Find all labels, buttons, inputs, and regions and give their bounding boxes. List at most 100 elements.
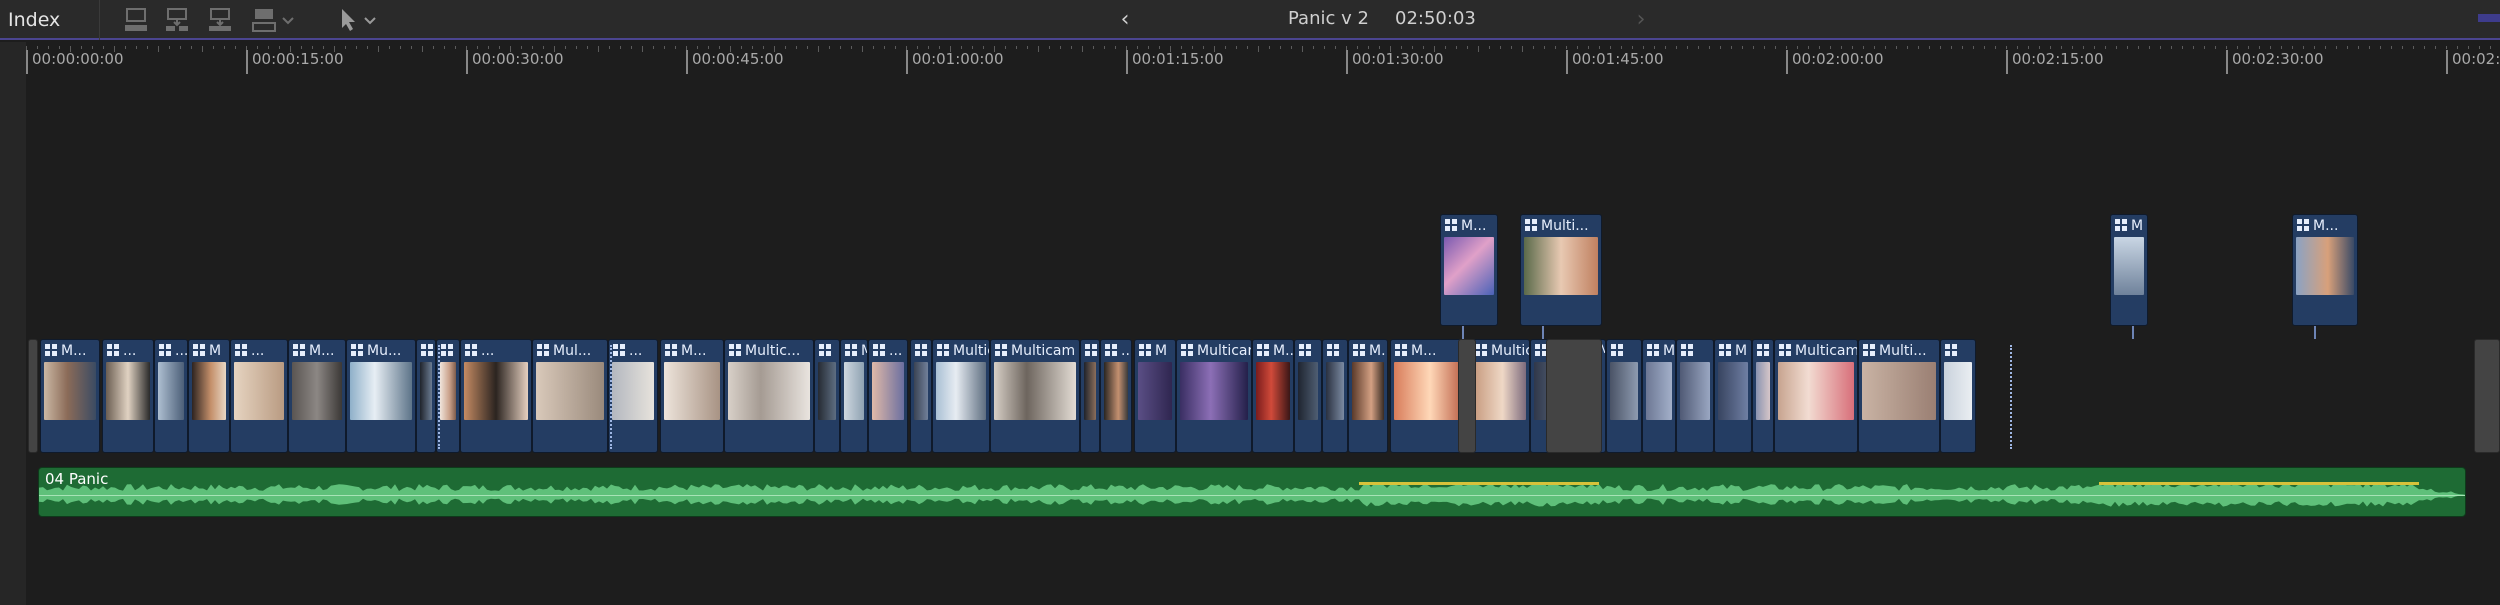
clip-label: M... — [2313, 218, 2339, 234]
clip-label: M... — [681, 343, 707, 359]
multicam-icon — [2297, 219, 2309, 231]
connected-clip[interactable]: M — [2110, 214, 2148, 326]
clip-title: Multicam — [991, 340, 1079, 362]
multicam-icon — [465, 344, 477, 356]
storyline-clip[interactable] — [1676, 339, 1714, 453]
storyline-clip[interactable]: M — [1714, 339, 1752, 453]
storyline-clip[interactable]: ... — [1100, 339, 1132, 453]
clip-thumbnail — [1474, 362, 1526, 420]
clip-title: Multicam — [1775, 340, 1857, 362]
connected-clip[interactable]: M... — [1440, 214, 1498, 326]
clip-label: Mul... — [553, 343, 592, 359]
storyline-clip[interactable]: ... — [608, 339, 658, 453]
multicam-icon — [1085, 344, 1097, 356]
clip-thumbnail — [1646, 362, 1672, 420]
gap-clip[interactable] — [28, 339, 38, 453]
clip-thumbnail — [234, 362, 284, 420]
clip-label: M — [861, 343, 867, 359]
storyline-clip[interactable]: Multic... — [724, 339, 814, 453]
storyline-clip[interactable]: M... — [1252, 339, 1294, 453]
storyline-clip[interactable] — [1606, 339, 1642, 453]
clip-thumbnail — [1084, 362, 1096, 420]
gap-clip[interactable] — [2474, 339, 2500, 453]
storyline-clip[interactable]: Multicam — [1470, 339, 1530, 453]
multicam-icon — [235, 344, 247, 356]
clip-title: ... — [609, 340, 657, 362]
multicam-icon — [537, 344, 549, 356]
clip-title: M... — [2293, 215, 2357, 237]
storyline-clip[interactable] — [1294, 339, 1322, 453]
clip-thumbnail — [1298, 362, 1318, 420]
multicam-icon — [873, 344, 885, 356]
multicam-icon — [845, 344, 857, 356]
clip-thumbnail — [1180, 362, 1248, 420]
clip-thumbnail — [292, 362, 342, 420]
clip-title: M... — [1349, 340, 1387, 362]
clip-thumbnail — [664, 362, 720, 420]
connected-clip[interactable]: M... — [2292, 214, 2358, 326]
multicam-icon — [1757, 344, 1769, 356]
clip-thumbnail — [192, 362, 226, 420]
storyline-clip[interactable]: ... — [868, 339, 908, 453]
storyline-clip[interactable]: ... — [460, 339, 532, 453]
storyline-clip[interactable] — [416, 339, 436, 453]
storyline-clip[interactable]: M... — [660, 339, 724, 453]
clip-title: Multi... — [1521, 215, 1601, 237]
audio-clip[interactable]: 04 Panic — [38, 467, 2466, 517]
storyline-clip[interactable]: Multi... — [1858, 339, 1940, 453]
storyline-clip[interactable]: M... — [40, 339, 100, 453]
clip-thumbnail — [1326, 362, 1344, 420]
gap-clip[interactable] — [1546, 339, 1602, 453]
storyline-clip[interactable]: M... — [1348, 339, 1388, 453]
multicam-icon — [1299, 344, 1311, 356]
storyline-clip[interactable]: Multic... — [932, 339, 990, 453]
clip-thumbnail — [914, 362, 928, 420]
storyline-clip[interactable]: M... — [288, 339, 346, 453]
multicam-icon — [1647, 344, 1659, 356]
storyline-clip[interactable]: ... — [230, 339, 288, 453]
storyline-clip[interactable]: Mul... — [532, 339, 608, 453]
multicam-icon — [819, 344, 831, 356]
clip-label: Multic... — [745, 343, 801, 359]
storyline-clip[interactable]: M — [1642, 339, 1676, 453]
clip-title — [417, 340, 435, 362]
multicam-icon — [107, 344, 119, 356]
clip-label: M... — [61, 343, 87, 359]
multicam-icon — [1257, 344, 1269, 356]
clip-label: ... — [175, 343, 187, 359]
storyline-clip[interactable]: M — [1134, 339, 1176, 453]
storyline-clip[interactable]: Multicam — [990, 339, 1080, 453]
storyline-clip[interactable]: Mu... — [346, 339, 416, 453]
multicam-icon — [1611, 344, 1623, 356]
gap-clip[interactable] — [1458, 339, 1476, 453]
storyline-clip[interactable] — [910, 339, 932, 453]
clip-title — [1081, 340, 1099, 362]
storyline-clip[interactable]: ... — [102, 339, 154, 453]
multicam-icon — [1475, 344, 1487, 356]
volume-line[interactable] — [39, 495, 2466, 496]
clip-label: ... — [251, 343, 265, 359]
storyline-clip[interactable] — [1940, 339, 1976, 453]
connected-clip[interactable]: Multi... — [1520, 214, 1602, 326]
clip-connection-line — [1542, 326, 1544, 339]
clip-label: M... — [1273, 343, 1293, 359]
clip-label: M... — [309, 343, 335, 359]
storyline-clip[interactable]: M — [840, 339, 868, 453]
multicam-icon — [441, 344, 453, 356]
storyline-clip[interactable] — [1322, 339, 1348, 453]
storyline-clip[interactable] — [1752, 339, 1774, 453]
multicam-icon — [159, 344, 171, 356]
clip-title: M — [2111, 215, 2147, 237]
clip-label: ... — [889, 343, 903, 359]
multicam-icon — [1105, 344, 1117, 356]
storyline-clip[interactable]: ... — [154, 339, 188, 453]
storyline-clip[interactable] — [1080, 339, 1100, 453]
storyline-clip[interactable]: M — [188, 339, 230, 453]
multicam-icon — [1863, 344, 1875, 356]
multicam-icon — [1945, 344, 1957, 356]
storyline-clip[interactable]: Multicam — [1176, 339, 1252, 453]
storyline-clip[interactable]: Multicam — [1774, 339, 1858, 453]
clip-thumbnail — [1444, 237, 1494, 295]
storyline-clip[interactable] — [814, 339, 840, 453]
multicam-icon — [1181, 344, 1193, 356]
